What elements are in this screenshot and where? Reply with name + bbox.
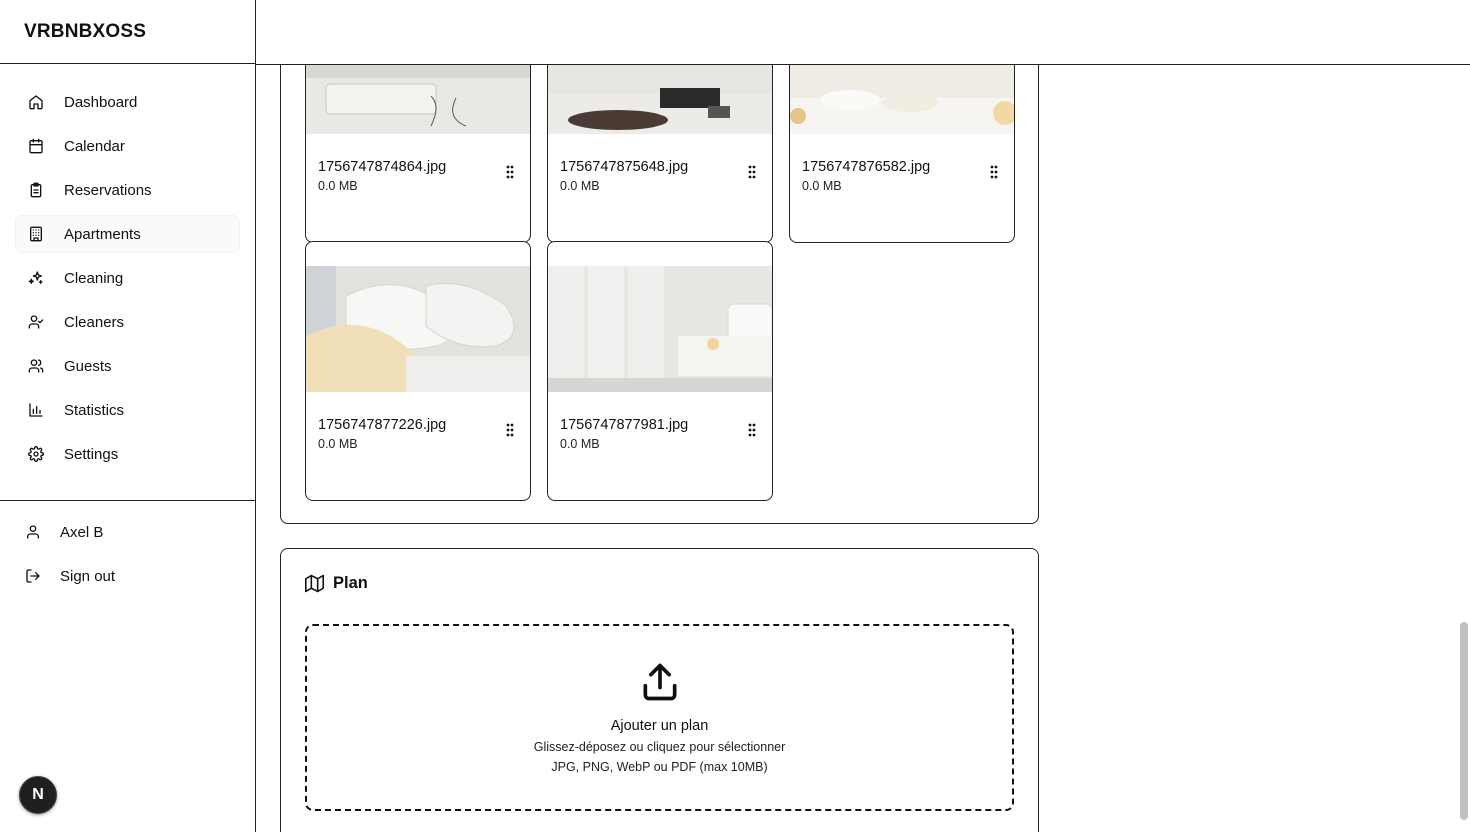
sidebar-divider: [0, 500, 255, 501]
user-icon: [24, 523, 42, 541]
sidebar-item-label: Apartments: [64, 225, 141, 243]
sidebar-item-label: Calendar: [64, 137, 125, 155]
plan-header: Plan: [305, 573, 368, 593]
photo-tile[interactable]: 1756747875648.jpg 0.0 MB: [547, 65, 773, 243]
sidebar-item-label: Settings: [64, 445, 119, 463]
sidebar-item-cleaners[interactable]: Cleaners: [16, 304, 239, 340]
sidebar-item-label: Dashboard: [64, 93, 138, 111]
sidebar-item-dashboard[interactable]: Dashboard: [16, 84, 239, 120]
sidebar-item-guests[interactable]: Guests: [16, 348, 239, 384]
photo-tile[interactable]: 1756747877981.jpg 0.0 MB: [547, 241, 773, 501]
sidebar-item-calendar[interactable]: Calendar: [16, 128, 239, 164]
drag-handle-icon[interactable]: [504, 422, 516, 438]
sidebar-item-label: Cleaning: [64, 269, 124, 287]
gear-icon: [26, 444, 46, 464]
user-check-icon: [26, 312, 46, 332]
plan-upload-dropzone[interactable]: Ajouter un plan Glissez-déposez ou cliqu…: [305, 624, 1014, 811]
main-content: 1756747874864.jpg 0.0 MB 1756747875648.j…: [256, 65, 1456, 832]
user-name: Axel B: [60, 523, 104, 541]
building-icon: [26, 224, 46, 244]
map-icon: [305, 573, 325, 593]
bar-chart-icon: [26, 400, 46, 420]
sidebar-item-statistics[interactable]: Statistics: [16, 392, 239, 428]
dev-tools-badge[interactable]: N: [19, 776, 57, 814]
clipboard-icon: [26, 180, 46, 200]
user-profile-link[interactable]: Axel B: [24, 514, 255, 550]
photo-filename: 1756747877981.jpg: [560, 417, 689, 433]
drag-handle-icon[interactable]: [988, 164, 1000, 180]
users-icon: [26, 356, 46, 376]
plan-title: Plan: [333, 573, 368, 592]
photo-filesize: 0.0 MB: [560, 179, 600, 193]
photos-card: 1756747874864.jpg 0.0 MB 1756747875648.j…: [280, 65, 1039, 524]
photo-thumbnail: [306, 65, 530, 134]
drag-handle-icon[interactable]: [746, 422, 758, 438]
sidebar-item-settings[interactable]: Settings: [16, 436, 239, 472]
sidebar-item-label: Statistics: [64, 401, 125, 419]
brand-logo[interactable]: VRBNBXOSS: [0, 0, 255, 64]
photo-tile[interactable]: 1756747876582.jpg 0.0 MB: [789, 65, 1015, 243]
sidebar-item-label: Guests: [64, 357, 112, 375]
upload-hint: Glissez-déposez ou cliquez pour sélectio…: [533, 740, 786, 754]
sidebar-item-label: Reservations: [64, 181, 152, 199]
upload-formats: JPG, PNG, WebP ou PDF (max 10MB): [551, 760, 768, 774]
log-out-icon: [24, 567, 42, 585]
user-section: Axel B Sign out: [0, 514, 255, 602]
upload-title: Ajouter un plan: [610, 718, 709, 734]
upload-icon: [638, 660, 682, 704]
photo-thumbnail: [306, 266, 530, 392]
photo-thumbnail: [790, 65, 1014, 134]
page-scrollbar[interactable]: [1460, 622, 1468, 820]
photo-filesize: 0.0 MB: [318, 179, 358, 193]
photo-filename: 1756747877226.jpg: [318, 417, 447, 433]
photo-thumbnail: [548, 65, 772, 134]
photo-thumbnail: [548, 266, 772, 392]
sidebar-item-cleaning[interactable]: Cleaning: [16, 260, 239, 296]
photo-filesize: 0.0 MB: [802, 179, 842, 193]
drag-handle-icon[interactable]: [746, 164, 758, 180]
top-bar: [256, 0, 1470, 65]
drag-handle-icon[interactable]: [504, 164, 516, 180]
home-icon: [26, 92, 46, 112]
photo-filename: 1756747874864.jpg: [318, 159, 447, 175]
calendar-icon: [26, 136, 46, 156]
sidebar-item-label: Cleaners: [64, 313, 125, 331]
sign-out-label: Sign out: [60, 567, 116, 585]
sparkles-icon: [26, 268, 46, 288]
photo-tile[interactable]: 1756747877226.jpg 0.0 MB: [305, 241, 531, 501]
sign-out-button[interactable]: Sign out: [24, 558, 255, 594]
sidebar-item-reservations[interactable]: Reservations: [16, 172, 239, 208]
photo-filename: 1756747875648.jpg: [560, 159, 689, 175]
photo-filename: 1756747876582.jpg: [802, 159, 931, 175]
photo-tile[interactable]: 1756747874864.jpg 0.0 MB: [305, 65, 531, 243]
photo-filesize: 0.0 MB: [318, 437, 358, 451]
sidebar-item-apartments[interactable]: Apartments: [16, 216, 239, 252]
sidebar-nav: Dashboard Calendar Reservations Apartmen…: [0, 64, 255, 472]
plan-card: Plan Ajouter un plan Glissez-déposez ou …: [280, 548, 1039, 832]
sidebar: VRBNBXOSS Dashboard Calendar Reservation…: [0, 0, 256, 832]
photo-filesize: 0.0 MB: [560, 437, 600, 451]
